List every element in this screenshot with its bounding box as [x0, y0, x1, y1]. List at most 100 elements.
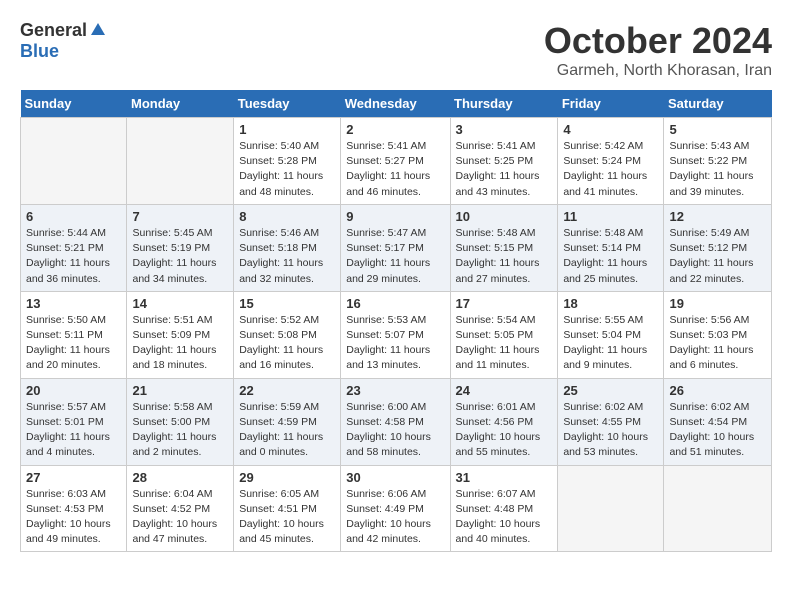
- day-header-wednesday: Wednesday: [341, 90, 450, 118]
- day-number: 3: [456, 122, 553, 137]
- day-info: Sunrise: 5:49 AMSunset: 5:12 PMDaylight:…: [669, 226, 766, 287]
- day-number: 16: [346, 296, 444, 311]
- day-info: Sunrise: 5:47 AMSunset: 5:17 PMDaylight:…: [346, 226, 444, 287]
- day-number: 22: [239, 383, 335, 398]
- calendar-cell: 24 Sunrise: 6:01 AMSunset: 4:56 PMDayligh…: [450, 378, 558, 465]
- day-info: Sunrise: 6:01 AMSunset: 4:56 PMDaylight:…: [456, 400, 553, 461]
- calendar-cell: 23 Sunrise: 6:00 AMSunset: 4:58 PMDayligh…: [341, 378, 450, 465]
- day-number: 28: [132, 470, 228, 485]
- day-number: 5: [669, 122, 766, 137]
- calendar-cell: [558, 465, 664, 552]
- calendar-cell: 8 Sunrise: 5:46 AMSunset: 5:18 PMDaylight…: [234, 204, 341, 291]
- day-header-friday: Friday: [558, 90, 664, 118]
- day-number: 2: [346, 122, 444, 137]
- day-info: Sunrise: 5:41 AMSunset: 5:27 PMDaylight:…: [346, 139, 444, 200]
- day-number: 19: [669, 296, 766, 311]
- calendar-cell: 18 Sunrise: 5:55 AMSunset: 5:04 PMDayligh…: [558, 291, 664, 378]
- day-info: Sunrise: 5:58 AMSunset: 5:00 PMDaylight:…: [132, 400, 228, 461]
- day-number: 15: [239, 296, 335, 311]
- day-number: 9: [346, 209, 444, 224]
- calendar-cell: 20 Sunrise: 5:57 AMSunset: 5:01 PMDayligh…: [21, 378, 127, 465]
- day-info: Sunrise: 6:00 AMSunset: 4:58 PMDaylight:…: [346, 400, 444, 461]
- day-info: Sunrise: 5:57 AMSunset: 5:01 PMDaylight:…: [26, 400, 121, 461]
- day-info: Sunrise: 5:43 AMSunset: 5:22 PMDaylight:…: [669, 139, 766, 200]
- calendar-cell: 10 Sunrise: 5:48 AMSunset: 5:15 PMDayligh…: [450, 204, 558, 291]
- day-info: Sunrise: 5:41 AMSunset: 5:25 PMDaylight:…: [456, 139, 553, 200]
- calendar-cell: 30 Sunrise: 6:06 AMSunset: 4:49 PMDayligh…: [341, 465, 450, 552]
- logo-icon: [89, 21, 107, 39]
- calendar-cell: 9 Sunrise: 5:47 AMSunset: 5:17 PMDaylight…: [341, 204, 450, 291]
- calendar-cell: 1 Sunrise: 5:40 AMSunset: 5:28 PMDaylight…: [234, 118, 341, 205]
- day-info: Sunrise: 5:42 AMSunset: 5:24 PMDaylight:…: [563, 139, 658, 200]
- day-number: 6: [26, 209, 121, 224]
- calendar-cell: 19 Sunrise: 5:56 AMSunset: 5:03 PMDayligh…: [664, 291, 772, 378]
- day-info: Sunrise: 6:04 AMSunset: 4:52 PMDaylight:…: [132, 487, 228, 548]
- calendar-cell: 27Sunrise: 6:03 AMSunset: 4:53 PMDayligh…: [21, 465, 127, 552]
- day-info: Sunrise: 5:44 AMSunset: 5:21 PMDaylight:…: [26, 226, 121, 287]
- day-info: Sunrise: 5:45 AMSunset: 5:19 PMDaylight:…: [132, 226, 228, 287]
- day-header-tuesday: Tuesday: [234, 90, 341, 118]
- day-info: Sunrise: 5:51 AMSunset: 5:09 PMDaylight:…: [132, 313, 228, 374]
- calendar-cell: 17 Sunrise: 5:54 AMSunset: 5:05 PMDayligh…: [450, 291, 558, 378]
- day-info: Sunrise: 5:56 AMSunset: 5:03 PMDaylight:…: [669, 313, 766, 374]
- day-info: Sunrise: 6:02 AMSunset: 4:55 PMDaylight:…: [563, 400, 658, 461]
- day-header-saturday: Saturday: [664, 90, 772, 118]
- day-info: Sunrise: 6:07 AMSunset: 4:48 PMDaylight:…: [456, 487, 553, 548]
- day-number: 26: [669, 383, 766, 398]
- day-number: 10: [456, 209, 553, 224]
- day-number: 29: [239, 470, 335, 485]
- day-header-thursday: Thursday: [450, 90, 558, 118]
- calendar-cell: 22 Sunrise: 5:59 AMSunset: 4:59 PMDayligh…: [234, 378, 341, 465]
- day-info: Sunrise: 5:59 AMSunset: 4:59 PMDaylight:…: [239, 400, 335, 461]
- calendar-cell: 7 Sunrise: 5:45 AMSunset: 5:19 PMDaylight…: [127, 204, 234, 291]
- day-info: Sunrise: 6:05 AMSunset: 4:51 PMDaylight:…: [239, 487, 335, 548]
- calendar-cell: 28 Sunrise: 6:04 AMSunset: 4:52 PMDayligh…: [127, 465, 234, 552]
- day-header-monday: Monday: [127, 90, 234, 118]
- calendar-cell: 12Sunrise: 5:49 AMSunset: 5:12 PMDayligh…: [664, 204, 772, 291]
- day-info: Sunrise: 5:53 AMSunset: 5:07 PMDaylight:…: [346, 313, 444, 374]
- day-number: 7: [132, 209, 228, 224]
- day-info: Sunrise: 5:50 AMSunset: 5:11 PMDaylight:…: [26, 313, 121, 374]
- day-info: Sunrise: 5:48 AMSunset: 5:14 PMDaylight:…: [563, 226, 658, 287]
- calendar-cell: 6 Sunrise: 5:44 AMSunset: 5:21 PMDaylight…: [21, 204, 127, 291]
- calendar-cell: 16 Sunrise: 5:53 AMSunset: 5:07 PMDayligh…: [341, 291, 450, 378]
- week-row-3: 13Sunrise: 5:50 AMSunset: 5:11 PMDayligh…: [21, 291, 772, 378]
- day-number: 30: [346, 470, 444, 485]
- day-number: 14: [132, 296, 228, 311]
- week-row-4: 20 Sunrise: 5:57 AMSunset: 5:01 PMDayligh…: [21, 378, 772, 465]
- calendar-cell: 13Sunrise: 5:50 AMSunset: 5:11 PMDayligh…: [21, 291, 127, 378]
- day-number: 18: [563, 296, 658, 311]
- day-number: 8: [239, 209, 335, 224]
- day-info: Sunrise: 6:02 AMSunset: 4:54 PMDaylight:…: [669, 400, 766, 461]
- logo-general: General: [20, 20, 87, 41]
- day-info: Sunrise: 5:46 AMSunset: 5:18 PMDaylight:…: [239, 226, 335, 287]
- days-header-row: SundayMondayTuesdayWednesdayThursdayFrid…: [21, 90, 772, 118]
- header-section: General Blue October 2024 Garmeh, North …: [20, 20, 772, 80]
- day-number: 4: [563, 122, 658, 137]
- day-info: Sunrise: 5:55 AMSunset: 5:04 PMDaylight:…: [563, 313, 658, 374]
- calendar-cell: 11Sunrise: 5:48 AMSunset: 5:14 PMDayligh…: [558, 204, 664, 291]
- day-info: Sunrise: 5:40 AMSunset: 5:28 PMDaylight:…: [239, 139, 335, 200]
- day-number: 17: [456, 296, 553, 311]
- logo-blue: Blue: [20, 41, 59, 62]
- day-number: 25: [563, 383, 658, 398]
- day-info: Sunrise: 5:54 AMSunset: 5:05 PMDaylight:…: [456, 313, 553, 374]
- day-info: Sunrise: 5:52 AMSunset: 5:08 PMDaylight:…: [239, 313, 335, 374]
- calendar-cell: 15 Sunrise: 5:52 AMSunset: 5:08 PMDayligh…: [234, 291, 341, 378]
- day-number: 20: [26, 383, 121, 398]
- day-number: 31: [456, 470, 553, 485]
- day-info: Sunrise: 5:48 AMSunset: 5:15 PMDaylight:…: [456, 226, 553, 287]
- day-number: 24: [456, 383, 553, 398]
- day-info: Sunrise: 6:03 AMSunset: 4:53 PMDaylight:…: [26, 487, 121, 548]
- day-number: 23: [346, 383, 444, 398]
- calendar-cell: 5 Sunrise: 5:43 AMSunset: 5:22 PMDaylight…: [664, 118, 772, 205]
- calendar-table: SundayMondayTuesdayWednesdayThursdayFrid…: [20, 90, 772, 552]
- day-info: Sunrise: 6:06 AMSunset: 4:49 PMDaylight:…: [346, 487, 444, 548]
- calendar-cell: 2 Sunrise: 5:41 AMSunset: 5:27 PMDaylight…: [341, 118, 450, 205]
- calendar-cell: 26 Sunrise: 6:02 AMSunset: 4:54 PMDayligh…: [664, 378, 772, 465]
- calendar-cell: 25 Sunrise: 6:02 AMSunset: 4:55 PMDayligh…: [558, 378, 664, 465]
- day-number: 1: [239, 122, 335, 137]
- calendar-cell: 31 Sunrise: 6:07 AMSunset: 4:48 PMDayligh…: [450, 465, 558, 552]
- week-row-5: 27Sunrise: 6:03 AMSunset: 4:53 PMDayligh…: [21, 465, 772, 552]
- week-row-2: 6 Sunrise: 5:44 AMSunset: 5:21 PMDaylight…: [21, 204, 772, 291]
